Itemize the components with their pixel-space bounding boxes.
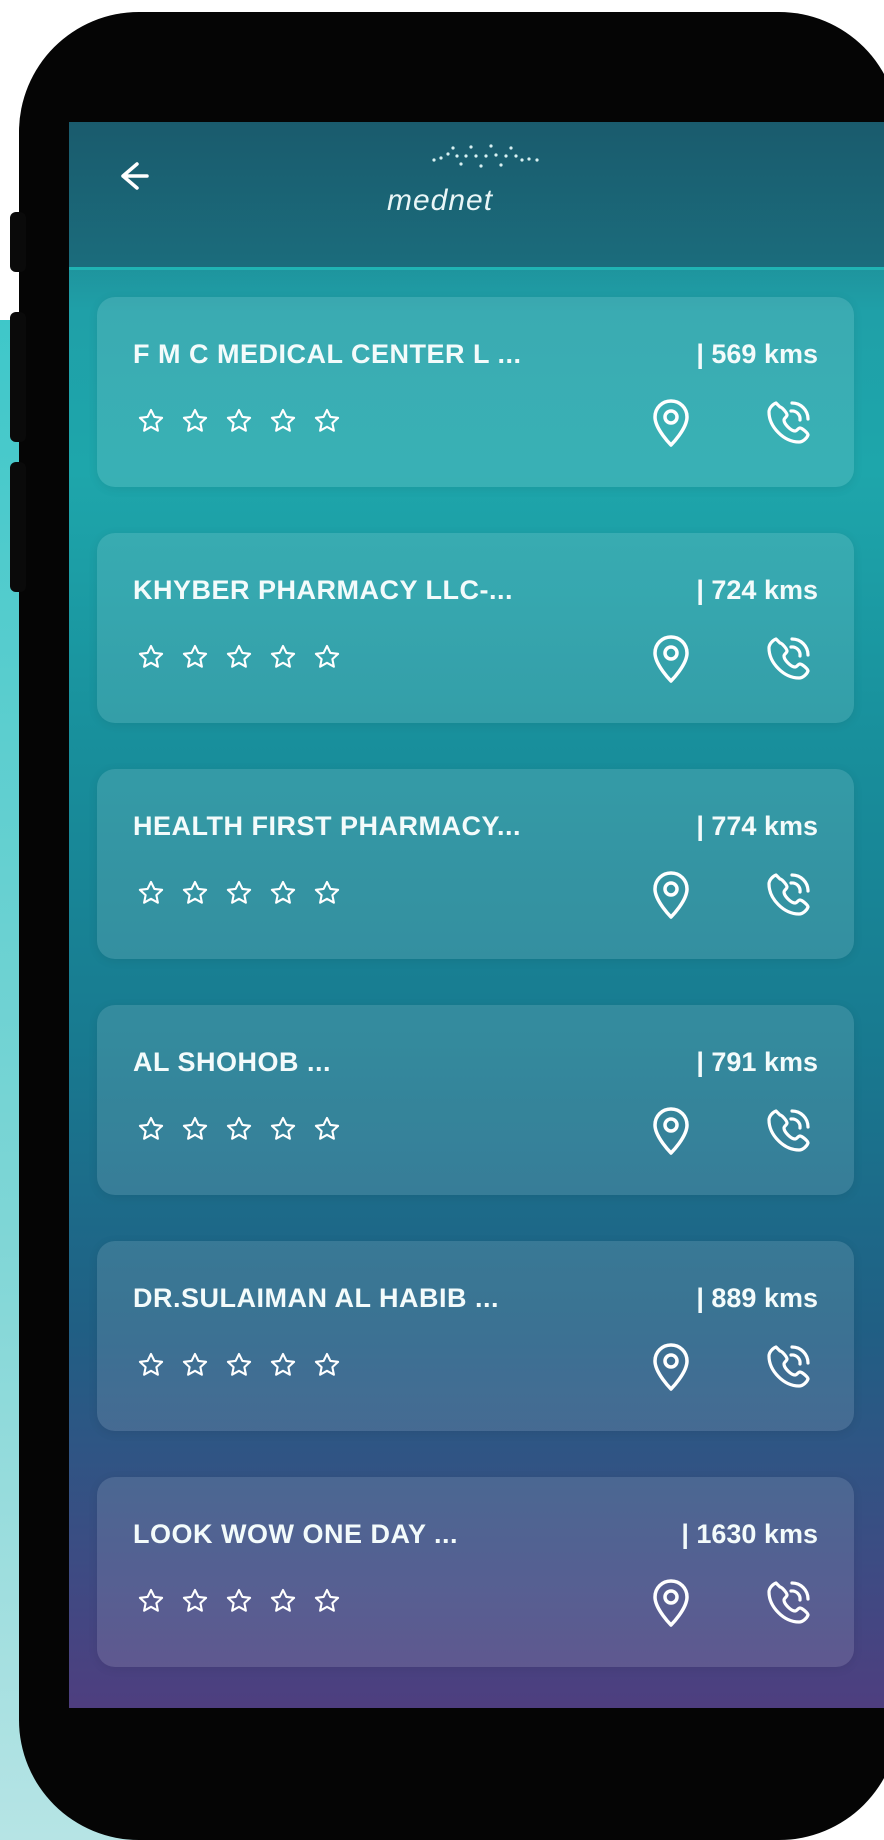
star-outline-icon[interactable] [269, 1587, 297, 1615]
star-outline-icon[interactable] [269, 1115, 297, 1143]
arrow-left-icon [121, 162, 149, 190]
facility-card[interactable]: DR.SULAIMAN AL HABIB ... | 889 kms [97, 1241, 854, 1431]
facility-name: HEALTH FIRST PHARMACY... [133, 811, 521, 841]
star-outline-icon[interactable] [225, 643, 253, 671]
star-outline-icon[interactable] [313, 1351, 341, 1379]
phone-side-button [10, 312, 26, 442]
app-header: mednet [69, 122, 884, 270]
star-outline-icon[interactable] [181, 407, 209, 435]
star-outline-icon[interactable] [313, 879, 341, 907]
facility-name: F M C MEDICAL CENTER L ... [133, 339, 522, 369]
star-outline-icon[interactable] [313, 407, 341, 435]
phone-side-button [10, 212, 26, 272]
facility-list: F M C MEDICAL CENTER L ... | 569 kms KHY… [97, 297, 857, 1708]
star-outline-icon[interactable] [137, 1587, 165, 1615]
location-pin-icon[interactable] [648, 869, 694, 921]
star-outline-icon[interactable] [225, 1115, 253, 1143]
location-pin-icon[interactable] [648, 1577, 694, 1629]
facility-distance: | 724 kms [696, 575, 818, 605]
facility-card[interactable]: LOOK WOW ONE DAY ... | 1630 kms [97, 1477, 854, 1667]
facility-card[interactable]: KHYBER PHARMACY LLC-... | 724 kms [97, 533, 854, 723]
phone-call-icon[interactable] [762, 397, 814, 449]
facility-distance: | 791 kms [696, 1047, 818, 1077]
star-outline-icon[interactable] [181, 1115, 209, 1143]
phone-call-icon[interactable] [762, 633, 814, 685]
star-outline-icon[interactable] [181, 1587, 209, 1615]
rating-stars[interactable] [137, 1115, 341, 1143]
facility-card[interactable]: AL SHOHOB ... | 791 kms [97, 1005, 854, 1195]
star-outline-icon[interactable] [181, 1351, 209, 1379]
phone-frame: mednet F M C MEDICAL CENTER L ... | 569 … [10, 12, 884, 1840]
facility-card[interactable]: HEALTH FIRST PHARMACY... | 774 kms [97, 769, 854, 959]
star-outline-icon[interactable] [269, 1351, 297, 1379]
facility-card[interactable]: F M C MEDICAL CENTER L ... | 569 kms [97, 297, 854, 487]
facility-name: AL SHOHOB ... [133, 1047, 332, 1077]
logo-text: mednet [387, 184, 494, 217]
location-pin-icon[interactable] [648, 1341, 694, 1393]
star-outline-icon[interactable] [225, 879, 253, 907]
location-pin-icon[interactable] [648, 1105, 694, 1157]
rating-stars[interactable] [137, 879, 341, 907]
star-outline-icon[interactable] [313, 1115, 341, 1143]
facility-distance: | 889 kms [696, 1283, 818, 1313]
star-outline-icon[interactable] [181, 643, 209, 671]
mednet-logo: mednet [379, 132, 569, 242]
app-screen: mednet F M C MEDICAL CENTER L ... | 569 … [69, 122, 884, 1708]
phone-side-button [10, 462, 26, 592]
phone-call-icon[interactable] [762, 1341, 814, 1393]
star-outline-icon[interactable] [313, 1587, 341, 1615]
facility-distance: | 569 kms [696, 339, 818, 369]
facility-distance: | 774 kms [696, 811, 818, 841]
phone-call-icon[interactable] [762, 1577, 814, 1629]
facility-distance: | 1630 kms [681, 1519, 818, 1549]
rating-stars[interactable] [137, 407, 341, 435]
rating-stars[interactable] [137, 1587, 341, 1615]
star-outline-icon[interactable] [137, 643, 165, 671]
logo-dots-icon [432, 144, 539, 168]
facility-name: KHYBER PHARMACY LLC-... [133, 575, 514, 605]
location-pin-icon[interactable] [648, 633, 694, 685]
star-outline-icon[interactable] [137, 1351, 165, 1379]
star-outline-icon[interactable] [181, 879, 209, 907]
phone-call-icon[interactable] [762, 869, 814, 921]
star-outline-icon[interactable] [225, 1351, 253, 1379]
phone-call-icon[interactable] [762, 1105, 814, 1157]
back-button[interactable] [107, 152, 155, 200]
star-outline-icon[interactable] [225, 1587, 253, 1615]
star-outline-icon[interactable] [269, 643, 297, 671]
facility-name: DR.SULAIMAN AL HABIB ... [133, 1283, 499, 1313]
star-outline-icon[interactable] [225, 407, 253, 435]
star-outline-icon[interactable] [269, 879, 297, 907]
star-outline-icon[interactable] [137, 879, 165, 907]
rating-stars[interactable] [137, 1351, 341, 1379]
rating-stars[interactable] [137, 643, 341, 671]
star-outline-icon[interactable] [269, 407, 297, 435]
star-outline-icon[interactable] [313, 643, 341, 671]
location-pin-icon[interactable] [648, 397, 694, 449]
facility-name: LOOK WOW ONE DAY ... [133, 1519, 459, 1549]
star-outline-icon[interactable] [137, 1115, 165, 1143]
star-outline-icon[interactable] [137, 407, 165, 435]
